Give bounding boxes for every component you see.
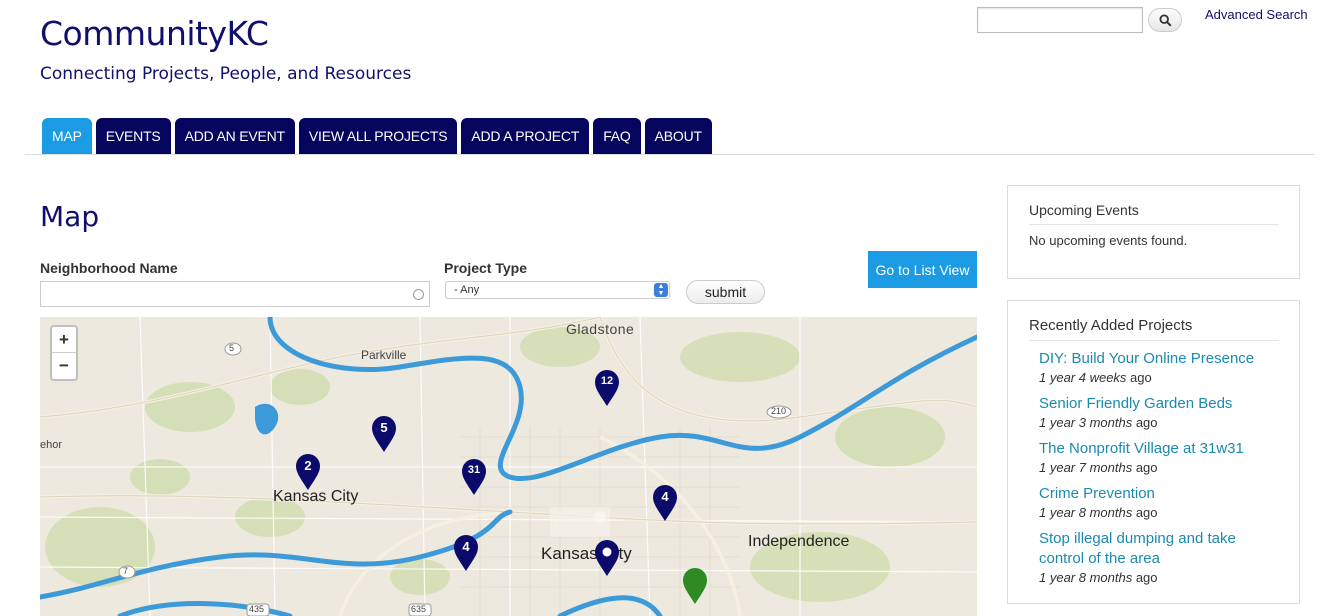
map-marker-selected[interactable] [682, 567, 708, 605]
upcoming-events-block: Upcoming Events No upcoming events found… [1007, 185, 1300, 279]
recent-projects-list: DIY: Build Your Online Presence 1 year 4… [1029, 349, 1279, 587]
route-635-label: 635 [411, 604, 427, 614]
route-7-label: 7 [123, 566, 129, 576]
marker-count: 12 [600, 375, 614, 387]
project-age: 1 year 4 weeks ago [1039, 370, 1152, 385]
site-slogan: Connecting Projects, People, and Resourc… [40, 64, 412, 84]
search-input[interactable] [977, 7, 1143, 33]
project-type-value: - Any [454, 284, 480, 296]
zoom-control: + − [50, 325, 78, 381]
map-label-parkville: Parkville [361, 348, 407, 362]
recent-projects-block: Recently Added Projects DIY: Build Your … [1007, 300, 1300, 604]
zoom-out-button[interactable]: − [52, 353, 76, 379]
map-label-riverside-fragment: ehor [40, 439, 63, 451]
map-marker-cluster[interactable]: 2 [295, 453, 321, 491]
tab-faq[interactable]: FAQ [593, 118, 641, 154]
select-arrows-icon: ▲ ▼ [654, 283, 668, 297]
map-label-independence: Independence [748, 533, 850, 550]
project-age: 1 year 8 months ago [1039, 570, 1158, 585]
project-age: 1 year 8 months ago [1039, 505, 1158, 520]
map-marker-cluster[interactable]: 4 [453, 534, 479, 572]
main-nav: MAP EVENTS ADD AN EVENT VIEW ALL PROJECT… [42, 118, 712, 154]
autocomplete-throbber-icon [413, 289, 424, 300]
map-marker-cluster[interactable]: 5 [371, 415, 397, 453]
project-type-label: Project Type [444, 260, 527, 276]
project-link[interactable]: DIY: Build Your Online Presence [1039, 349, 1279, 369]
recent-projects-title: Recently Added Projects [1029, 317, 1279, 341]
route-5-label: 5 [229, 343, 235, 353]
upcoming-events-title: Upcoming Events [1029, 202, 1279, 225]
project-age: 1 year 7 months ago [1039, 460, 1158, 475]
project-type-select[interactable]: - Any ▲ ▼ [445, 281, 670, 299]
list-item: The Nonprofit Village at 31w31 1 year 7 … [1039, 439, 1279, 477]
tab-add-an-event[interactable]: ADD AN EVENT [174, 118, 295, 154]
site-title[interactable]: CommunityKC [40, 14, 269, 53]
map-marker-cluster[interactable]: 12 [594, 369, 620, 407]
list-item: Stop illegal dumping and take control of… [1039, 529, 1279, 587]
map-marker-single[interactable] [594, 539, 620, 577]
marker-count: 4 [462, 539, 470, 554]
map-marker-cluster[interactable]: 4 [652, 484, 678, 522]
marker-count: 2 [304, 458, 312, 473]
marker-count: 4 [661, 489, 669, 504]
list-item: Senior Friendly Garden Beds 1 year 3 mon… [1039, 394, 1279, 432]
zoom-in-button[interactable]: + [52, 327, 76, 353]
tab-about[interactable]: ABOUT [644, 118, 712, 154]
project-age: 1 year 3 months ago [1039, 415, 1158, 430]
project-link[interactable]: Crime Prevention [1039, 484, 1279, 504]
neighborhood-label: Neighborhood Name [40, 260, 178, 276]
upcoming-events-empty: No upcoming events found. [1029, 233, 1188, 248]
route-210-label: 210 [771, 406, 787, 416]
tab-view-all-projects[interactable]: VIEW ALL PROJECTS [298, 118, 458, 154]
map-marker-cluster[interactable]: 31 [461, 458, 487, 496]
page-title: Map [40, 200, 100, 233]
route-435-label: 435 [249, 604, 265, 614]
neighborhood-input[interactable] [40, 281, 430, 307]
search-button[interactable] [1148, 8, 1182, 32]
project-link[interactable]: The Nonprofit Village at 31w31 [1039, 439, 1279, 459]
advanced-search-link[interactable]: Advanced Search [1205, 7, 1308, 22]
list-item: DIY: Build Your Online Presence 1 year 4… [1039, 349, 1279, 387]
map-tiles [40, 317, 977, 616]
search-icon [1158, 13, 1172, 27]
list-item: Crime Prevention 1 year 8 months ago [1039, 484, 1279, 522]
green-pin-icon [683, 568, 707, 604]
list-view-button[interactable]: Go to List View [868, 251, 977, 288]
project-link[interactable]: Stop illegal dumping and take control of… [1039, 529, 1279, 569]
tab-add-a-project[interactable]: ADD A PROJECT [461, 118, 590, 154]
marker-count: 5 [380, 420, 388, 435]
nav-divider [25, 154, 1315, 155]
map-label-gladstone: Gladstone [566, 321, 635, 337]
tab-events[interactable]: EVENTS [95, 118, 171, 154]
project-map[interactable]: 5 210 7 435 635 Gladstone Parkville ehor… [40, 317, 977, 616]
pin-dot-icon [595, 540, 619, 576]
submit-button[interactable]: submit [686, 280, 765, 304]
marker-count: 31 [467, 464, 481, 476]
tab-map[interactable]: MAP [42, 118, 92, 154]
project-link[interactable]: Senior Friendly Garden Beds [1039, 394, 1279, 414]
